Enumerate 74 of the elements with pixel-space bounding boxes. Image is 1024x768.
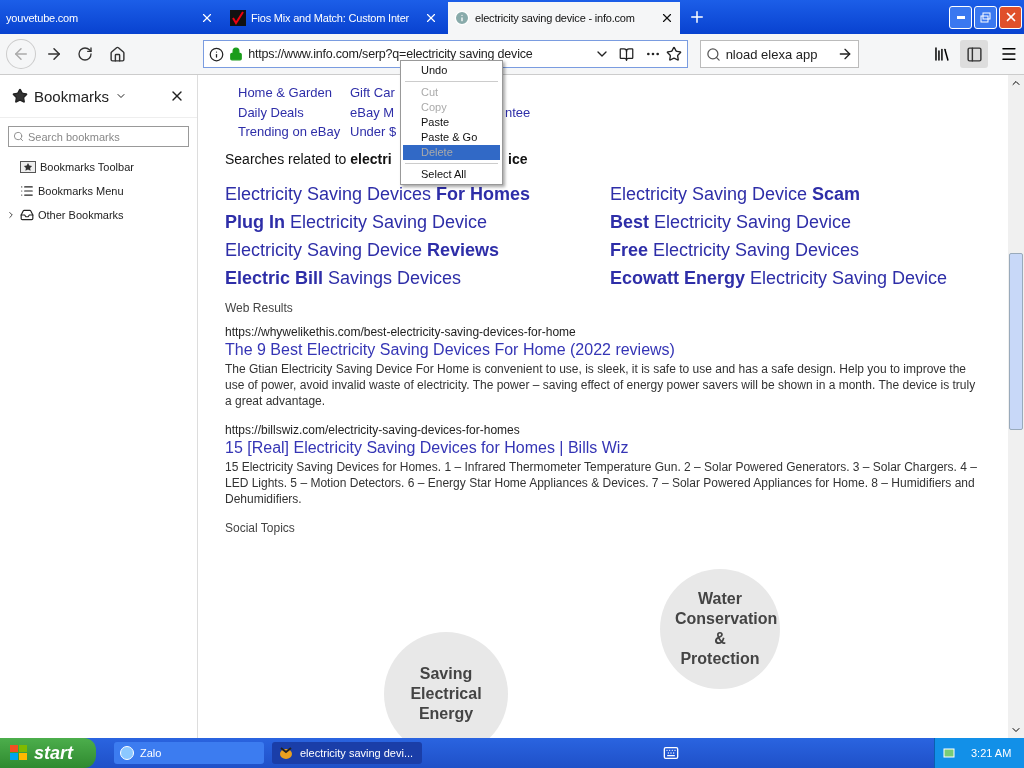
category-link[interactable]: Home & Garden [238, 83, 350, 103]
star-icon [12, 88, 28, 104]
sidebar-title[interactable]: Bookmarks [34, 87, 110, 105]
result-snippet: 15 Electricity Saving Devices for Homes. 1 – Infrared Thermometer Temperature Gun. 2 – Solar Powered Generators. 3 – Solar Chargers. 4 – LED Lights. 5 – Motion Detectors. 6 – Energy Star Home Appliances & Devices. 7 – Solar Powered Appliances for Home. 8 – Humidifiers and Dehumidifiers. [225, 458, 978, 507]
browser-tab[interactable]: youvetube.com [0, 2, 220, 34]
sidebar-icon[interactable] [965, 45, 983, 63]
related-search-link[interactable]: Electric Bill Savings Devices [225, 268, 610, 289]
windows-logo-icon [10, 745, 28, 761]
restore-button[interactable] [974, 5, 997, 29]
clock: 3:21 AM [971, 747, 1012, 759]
topic-bubble[interactable]: Water Conservation & Protection [660, 569, 780, 689]
result-url: https://whywelikethis.com/best-electricity-saving-devices-for-home [225, 324, 577, 339]
result-snippet: The Gtian Electricity Saving Device For Home is convenient to use, is sleek, it is safe to use and has a safe design. Help you to improve the use of power, avoid invalid waste of electricity. The power – saving effect of energy power savers will be shown in a month. The device is truly a great advantage. [225, 360, 977, 409]
browser-icon [278, 746, 294, 760]
bookmark-folder[interactable]: Bookmarks Menu [0, 179, 197, 203]
related-search-link[interactable]: Ecowatt Energy Electricity Saving Device [610, 268, 1008, 289]
start-button[interactable]: start [0, 738, 96, 768]
restore-icon[interactable] [980, 11, 991, 23]
folder-icon [20, 208, 34, 222]
menu-item[interactable]: Paste & Go [403, 130, 500, 145]
category-link[interactable]: Trending on eBay [238, 122, 350, 142]
close-icon[interactable] [660, 11, 674, 25]
related-heading: Searches related to electri [225, 150, 393, 167]
sidebar-button[interactable] [960, 40, 989, 68]
section-label: Web Results [225, 300, 294, 315]
search-icon [13, 131, 24, 142]
result-title[interactable]: The 9 Best Electricity Saving Devices For Home (2022 reviews) [225, 340, 1008, 359]
check-icon [230, 10, 246, 26]
reload-icon[interactable] [77, 46, 94, 62]
related-search-link[interactable]: Plug In Electricity Saving Device [225, 212, 610, 233]
minimize-icon[interactable] [956, 15, 965, 19]
menu-icon[interactable] [1000, 45, 1019, 63]
bookmark-folder[interactable]: Other Bookmarks [0, 203, 197, 227]
search-field[interactable]: Search bookmarks [8, 126, 189, 147]
menu-item[interactable]: Select All [403, 167, 500, 182]
search-field[interactable]: nload elexa app [699, 40, 859, 68]
minimize-button[interactable] [949, 5, 972, 29]
browser-tab[interactable]: Fios Mix and Match: Custom Inter [224, 2, 444, 34]
related-search-link[interactable]: Electricity Saving Device Scam [610, 184, 1008, 205]
related-search-link[interactable]: Electricity Saving Device Reviews [225, 240, 610, 261]
taskbar-button[interactable]: Zalo [114, 742, 264, 764]
result-url: https://billswiz.com/electricity-saving-devices-for-homes [225, 422, 521, 437]
result-title[interactable]: 15 [Real] Electricity Saving Devices for Homes | Bills Wiz [225, 438, 1008, 457]
chat-bubble-icon [120, 746, 134, 760]
close-button[interactable] [999, 5, 1022, 29]
list-icon [20, 184, 34, 198]
new-tab-icon[interactable] [688, 8, 706, 26]
related-search-link[interactable]: Free Electricity Saving Devices [610, 240, 1008, 261]
reader-icon[interactable] [618, 46, 634, 62]
related-search-link[interactable]: Electricity Saving Devices For Homes [225, 184, 610, 205]
library-icon[interactable] [932, 45, 951, 63]
home-icon[interactable] [108, 45, 126, 63]
keyboard-icon[interactable] [663, 745, 679, 761]
browser-tab[interactable]: electricity saving device - info.com [448, 2, 680, 34]
chevron-icon[interactable] [6, 210, 16, 220]
info-icon [454, 10, 470, 26]
category-link[interactable]: Daily Deals [238, 102, 350, 122]
info-icon[interactable] [209, 46, 225, 62]
menu-item[interactable]: Paste [403, 115, 500, 130]
scroll-thumb[interactable] [1009, 253, 1023, 430]
search-icon [705, 46, 721, 62]
related-search-link[interactable]: Best Electricity Saving Device [610, 212, 1008, 233]
bookmark-folder[interactable]: Bookmarks Toolbar [0, 155, 197, 179]
scrollbar[interactable] [1008, 75, 1024, 738]
lock-icon [229, 47, 244, 61]
star-icon [20, 161, 36, 173]
star-icon[interactable] [665, 46, 682, 62]
topic-bubble[interactable]: Saving Electrical Energy [384, 632, 508, 738]
related-heading: ice [508, 150, 529, 167]
taskbar-button[interactable]: electricity saving devi... [272, 742, 422, 764]
section-label: Social Topics [225, 520, 296, 535]
close-icon[interactable] [200, 11, 214, 25]
close-icon[interactable] [424, 11, 438, 25]
category-link[interactable]: ntee [505, 102, 1008, 122]
